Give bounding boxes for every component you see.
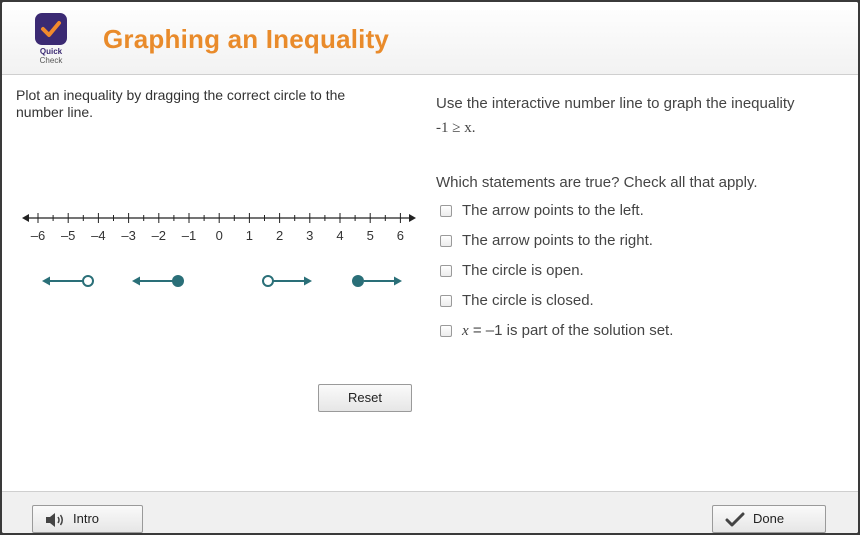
left-instructions: Plot an inequality by dragging the corre… bbox=[16, 87, 346, 120]
prompt-text: Use the interactive number line to graph… bbox=[436, 92, 846, 140]
tick-label: –2 bbox=[152, 228, 166, 243]
question-text: Which statements are true? Check all tha… bbox=[436, 174, 758, 191]
tick-label: 2 bbox=[276, 228, 283, 243]
option-open-circle-left[interactable] bbox=[42, 275, 94, 287]
intro-button[interactable]: Intro bbox=[32, 505, 143, 533]
number-line[interactable]: –6 –5 –4 –3 –2 –1 0 1 2 3 4 5 6 bbox=[20, 207, 420, 245]
option-open-circle-right[interactable] bbox=[262, 275, 312, 287]
inequality-expression: -1 ≥ x. bbox=[436, 120, 476, 136]
quick-check-logo: Quick Check bbox=[32, 13, 70, 69]
tick-label: –6 bbox=[31, 228, 45, 243]
choice-label: x = –1 is part of the solution set. bbox=[462, 322, 673, 340]
tick-label: –5 bbox=[61, 228, 75, 243]
checkbox[interactable] bbox=[440, 295, 452, 307]
checkbox[interactable] bbox=[440, 325, 452, 337]
choice-circle-open[interactable]: The circle is open. bbox=[436, 262, 846, 292]
checkmark-icon bbox=[35, 13, 67, 45]
choice-circle-closed[interactable]: The circle is closed. bbox=[436, 292, 846, 322]
footer-bar: Intro Done bbox=[2, 491, 858, 533]
prompt-sentence: Use the interactive number line to graph… bbox=[436, 95, 795, 112]
right-panel: Use the interactive number line to graph… bbox=[436, 92, 846, 339]
tick-label: 5 bbox=[367, 228, 374, 243]
speaker-icon bbox=[46, 513, 63, 527]
tick-label: 6 bbox=[397, 228, 404, 243]
option-closed-circle-left[interactable] bbox=[132, 275, 184, 287]
tick-label: 3 bbox=[306, 228, 313, 243]
tick-label: –3 bbox=[121, 228, 135, 243]
done-label: Done bbox=[753, 511, 785, 526]
page-title: Graphing an Inequality bbox=[103, 24, 390, 54]
tick-label: –4 bbox=[91, 228, 105, 243]
choice-label-rest: = –1 is part of the solution set. bbox=[468, 322, 674, 339]
variable-x: x bbox=[462, 323, 469, 339]
choice-arrow-left[interactable]: The arrow points to the left. bbox=[436, 202, 846, 232]
logo-text-quick: Quick bbox=[39, 47, 63, 56]
choice-label: The circle is open. bbox=[462, 262, 584, 279]
choice-label: The circle is closed. bbox=[462, 292, 594, 309]
choice-solution-set[interactable]: x = –1 is part of the solution set. bbox=[436, 322, 846, 352]
tick-label: –1 bbox=[182, 228, 196, 243]
choice-arrow-right[interactable]: The arrow points to the right. bbox=[436, 232, 846, 262]
intro-label: Intro bbox=[73, 511, 100, 526]
checkbox[interactable] bbox=[440, 205, 452, 217]
reset-button[interactable]: Reset bbox=[318, 384, 412, 412]
logo-text-check: Check bbox=[39, 56, 63, 65]
choice-list: The arrow points to the left. The arrow … bbox=[436, 202, 846, 352]
app-window: Quick Check Graphing an Inequality Plot … bbox=[2, 2, 858, 533]
tick-label: 0 bbox=[216, 228, 223, 243]
done-button[interactable]: Done bbox=[712, 505, 826, 533]
checkmark-icon bbox=[725, 512, 745, 527]
tick-label: 1 bbox=[246, 228, 253, 243]
option-closed-circle-right[interactable] bbox=[352, 275, 402, 287]
draggable-options bbox=[42, 275, 402, 287]
checkbox[interactable] bbox=[440, 235, 452, 247]
checkbox[interactable] bbox=[440, 265, 452, 277]
choice-label: The arrow points to the right. bbox=[462, 232, 653, 249]
choice-label: The arrow points to the left. bbox=[462, 202, 644, 219]
header-bar: Quick Check Graphing an Inequality bbox=[2, 2, 858, 75]
tick-label: 4 bbox=[336, 228, 343, 243]
